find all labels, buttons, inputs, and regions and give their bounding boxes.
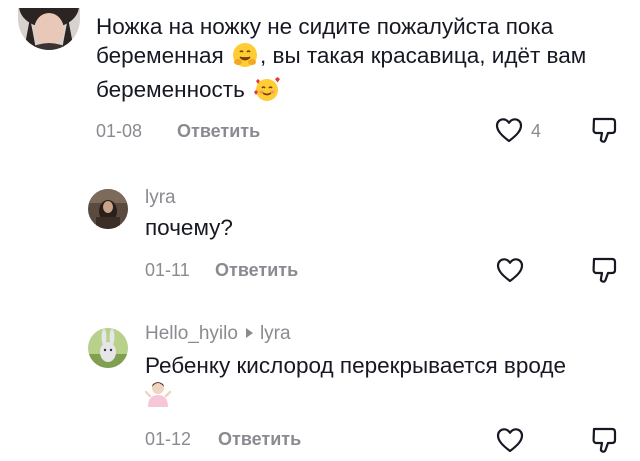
reply-button[interactable]: Ответить xyxy=(218,429,301,450)
username: Hello_hyilo lyra xyxy=(145,323,291,345)
reply-arrow-icon xyxy=(245,328,253,339)
comment-reply: lyra почему? 01-11 Ответить xyxy=(0,170,640,290)
comment-text-part: Ребенку кислород перекрывается вроде xyxy=(145,353,567,378)
like-button[interactable] xyxy=(496,427,524,458)
comment-text: Ножка на ножку не сидите пожалуйста пока… xyxy=(96,12,626,109)
dislike-button[interactable] xyxy=(590,425,620,460)
comment-reply: Hello_hyilo lyra Ребенку кислород перекры… xyxy=(0,310,640,461)
thumbs-down-icon xyxy=(592,257,617,283)
comment-text-part: почему? xyxy=(145,215,233,240)
username[interactable]: lyra xyxy=(145,187,176,209)
comment-top-level: Ножка на ножку не сидите пожалуйста пока… xyxy=(0,0,640,150)
reply-to-username[interactable]: lyra xyxy=(260,323,291,344)
thumbs-down-icon xyxy=(592,427,617,453)
heart-icon xyxy=(496,258,524,283)
comment-text: почему? xyxy=(145,213,615,242)
avatar[interactable] xyxy=(18,8,80,50)
comment-text: Ребенку кислород перекрывается вроде xyxy=(144,351,630,415)
comment-date: 01-11 xyxy=(145,260,190,280)
dislike-button[interactable] xyxy=(590,115,620,150)
heart-icon xyxy=(496,428,524,453)
like-button[interactable] xyxy=(496,257,524,288)
like-count: 4 xyxy=(531,121,542,141)
username-link[interactable]: Hello_hyilo xyxy=(145,323,238,344)
person-shrugging-icon xyxy=(144,380,172,415)
comment-date: 01-12 xyxy=(145,429,192,449)
avatar[interactable] xyxy=(88,189,128,229)
heart-icon xyxy=(495,118,523,143)
avatar[interactable] xyxy=(88,328,128,368)
reply-button[interactable]: Ответить xyxy=(215,260,298,281)
smiling-face-with-hearts-icon xyxy=(253,76,281,109)
thumbs-down-icon xyxy=(592,117,617,143)
dislike-button[interactable] xyxy=(590,255,620,290)
like-button[interactable] xyxy=(495,117,523,148)
comment-date: 01-08 xyxy=(96,121,143,141)
hugging-face-icon xyxy=(232,42,258,75)
reply-button[interactable]: Ответить xyxy=(177,121,260,142)
